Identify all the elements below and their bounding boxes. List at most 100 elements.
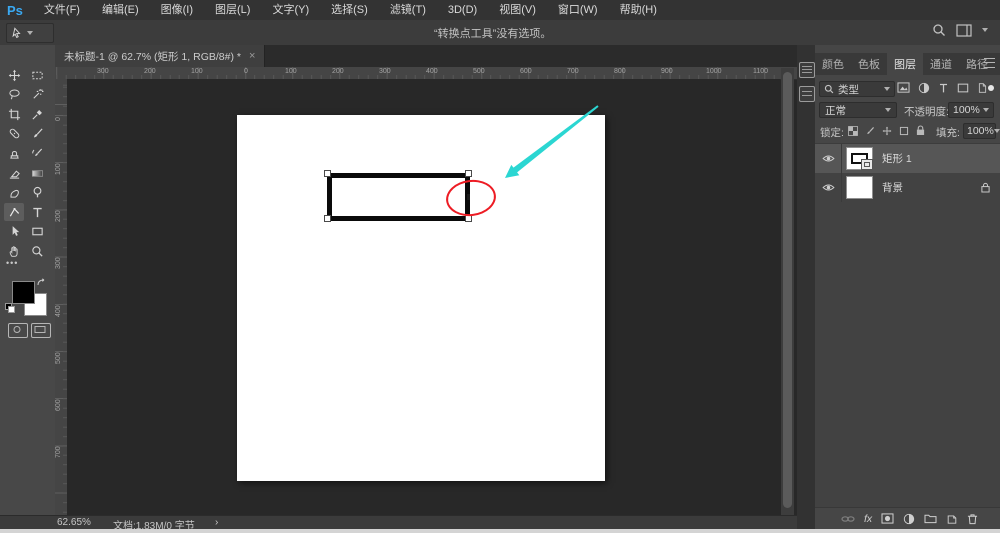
eye-icon [821,155,835,162]
close-tab-icon[interactable]: × [249,50,255,62]
layer-style-button[interactable]: fx [864,513,872,525]
panel-tab-strip: 颜色 色板 图层 通道 路径 [815,53,1000,75]
lock-position-icon[interactable] [882,126,892,136]
quick-mask-button[interactable] [8,323,28,338]
tool-magic-wand[interactable] [27,86,47,104]
search-icon [824,84,834,94]
opacity-field[interactable]: 100% [948,102,994,118]
edit-toolbar-button[interactable]: ••• [6,258,18,268]
properties-panel-icon[interactable] [799,86,815,102]
smart-object-filter-icon[interactable] [977,82,988,94]
new-group-icon[interactable] [924,513,937,524]
new-layer-icon[interactable] [946,513,958,524]
tool-type[interactable] [27,203,47,221]
shape-filter-icon[interactable] [957,82,969,94]
workspace-switcher-icon[interactable] [956,23,972,37]
layer-mask-icon[interactable] [881,513,894,524]
adjustment-layer-icon[interactable] [903,513,915,525]
tab-swatches[interactable]: 色板 [851,53,887,75]
history-panel-icon[interactable] [799,62,815,78]
menu-image[interactable]: 图像(I) [150,0,204,20]
tab-layers[interactable]: 图层 [887,53,923,75]
menubar: Ps 文件(F) 编辑(E) 图像(I) 图层(L) 文字(Y) 选择(S) 滤… [0,0,1000,21]
menu-select[interactable]: 选择(S) [320,0,379,20]
tool-convert-point[interactable] [4,203,24,222]
tool-history-brush[interactable] [27,144,47,162]
chevron-down-icon[interactable] [982,28,988,32]
pixel-filter-icon[interactable] [897,82,910,94]
layers-list: 矩形 1 背景 [815,144,1000,507]
layer-filter-row: 类型 [815,79,1000,101]
visibility-toggle[interactable] [815,144,842,173]
lock-transparency-icon[interactable] [848,125,858,136]
ruler-label: 300 [55,257,62,269]
type-filter-icon[interactable] [938,82,949,94]
status-expander-icon[interactable]: › [215,517,218,528]
layer-filter-type-select[interactable]: 类型 [819,81,895,97]
filter-toggle-icon[interactable] [988,85,994,91]
screen-mode-button[interactable] [31,323,51,338]
delete-layer-icon[interactable] [967,513,978,525]
default-colors-icon[interactable] [5,303,15,313]
vertical-scrollbar[interactable] [781,68,794,515]
layer-row-background[interactable]: 背景 [815,173,1000,202]
ruler-label: 500 [473,68,485,75]
fill-label: 填充: [936,127,960,139]
link-layers-icon[interactable] [841,514,855,524]
menu-file[interactable]: 文件(F) [33,0,91,20]
menu-3d[interactable]: 3D(D) [437,0,488,20]
ruler-label: 1000 [706,68,722,75]
tool-dodge[interactable] [27,184,47,202]
tool-rect-marquee[interactable] [27,66,47,84]
tool-move[interactable] [4,66,24,84]
layer-lock-icon [981,182,990,193]
zoom-level-field[interactable]: 62.65% [57,517,91,528]
menu-filter[interactable]: 滤镜(T) [379,0,437,20]
lock-pixels-icon[interactable] [865,126,875,136]
tab-color[interactable]: 颜色 [815,53,851,75]
layer-thumbnail[interactable] [846,147,873,170]
scrollbar-thumb[interactable] [783,72,792,508]
tool-brush[interactable] [27,125,47,143]
tool-rectangle[interactable] [27,223,47,241]
lock-artboard-icon[interactable] [899,126,909,136]
menu-type[interactable]: 文字(Y) [261,0,320,20]
tool-path-selection[interactable] [4,223,24,241]
status-bar: 62.65% 文档:1.83M/0 字节 › [0,515,797,532]
chevron-down-icon [885,108,891,112]
adjustment-filter-icon[interactable] [918,82,930,94]
tool-gradient[interactable] [27,164,47,182]
fill-field[interactable]: 100% [963,123,1000,139]
tool-smudge[interactable] [4,184,24,202]
tool-clone-stamp[interactable] [4,144,24,162]
tab-channels[interactable]: 通道 [923,53,959,75]
current-tool-preset[interactable] [6,23,54,43]
chevron-down-icon [993,129,1000,133]
tool-spot-healing[interactable] [4,125,24,143]
blend-mode-select[interactable]: 正常 [819,102,897,118]
menu-window[interactable]: 窗口(W) [547,0,609,20]
menu-view[interactable]: 视图(V) [488,0,547,20]
photoshop-window: Ps 文件(F) 编辑(E) 图像(I) 图层(L) 文字(Y) 选择(S) 滤… [0,0,1000,533]
visibility-toggle[interactable] [815,173,842,202]
menu-edit[interactable]: 编辑(E) [91,0,150,20]
layer-row-rectangle1[interactable]: 矩形 1 [815,144,1000,173]
tool-eraser[interactable] [4,164,24,182]
tool-zoom[interactable] [27,242,47,260]
layer-name[interactable]: 背景 [882,180,981,195]
search-icon[interactable] [932,23,946,37]
swap-colors-icon[interactable] [36,278,47,288]
foreground-color-swatch[interactable] [12,281,35,304]
layer-name[interactable]: 矩形 1 [882,151,1000,166]
lock-all-icon[interactable] [916,125,925,136]
annotation-arrow [505,105,599,178]
tool-eyedropper[interactable] [27,105,47,123]
document-viewport[interactable] [67,79,780,515]
layer-thumbnail[interactable] [846,176,873,199]
tool-crop[interactable] [4,105,24,123]
tool-lasso[interactable] [4,86,24,104]
menu-layer[interactable]: 图层(L) [204,0,261,20]
panel-menu-icon[interactable] [984,58,995,68]
document-tab[interactable]: 未标题-1 @ 62.7% (矩形 1, RGB/8#) * × [55,45,266,67]
menu-help[interactable]: 帮助(H) [609,0,668,20]
